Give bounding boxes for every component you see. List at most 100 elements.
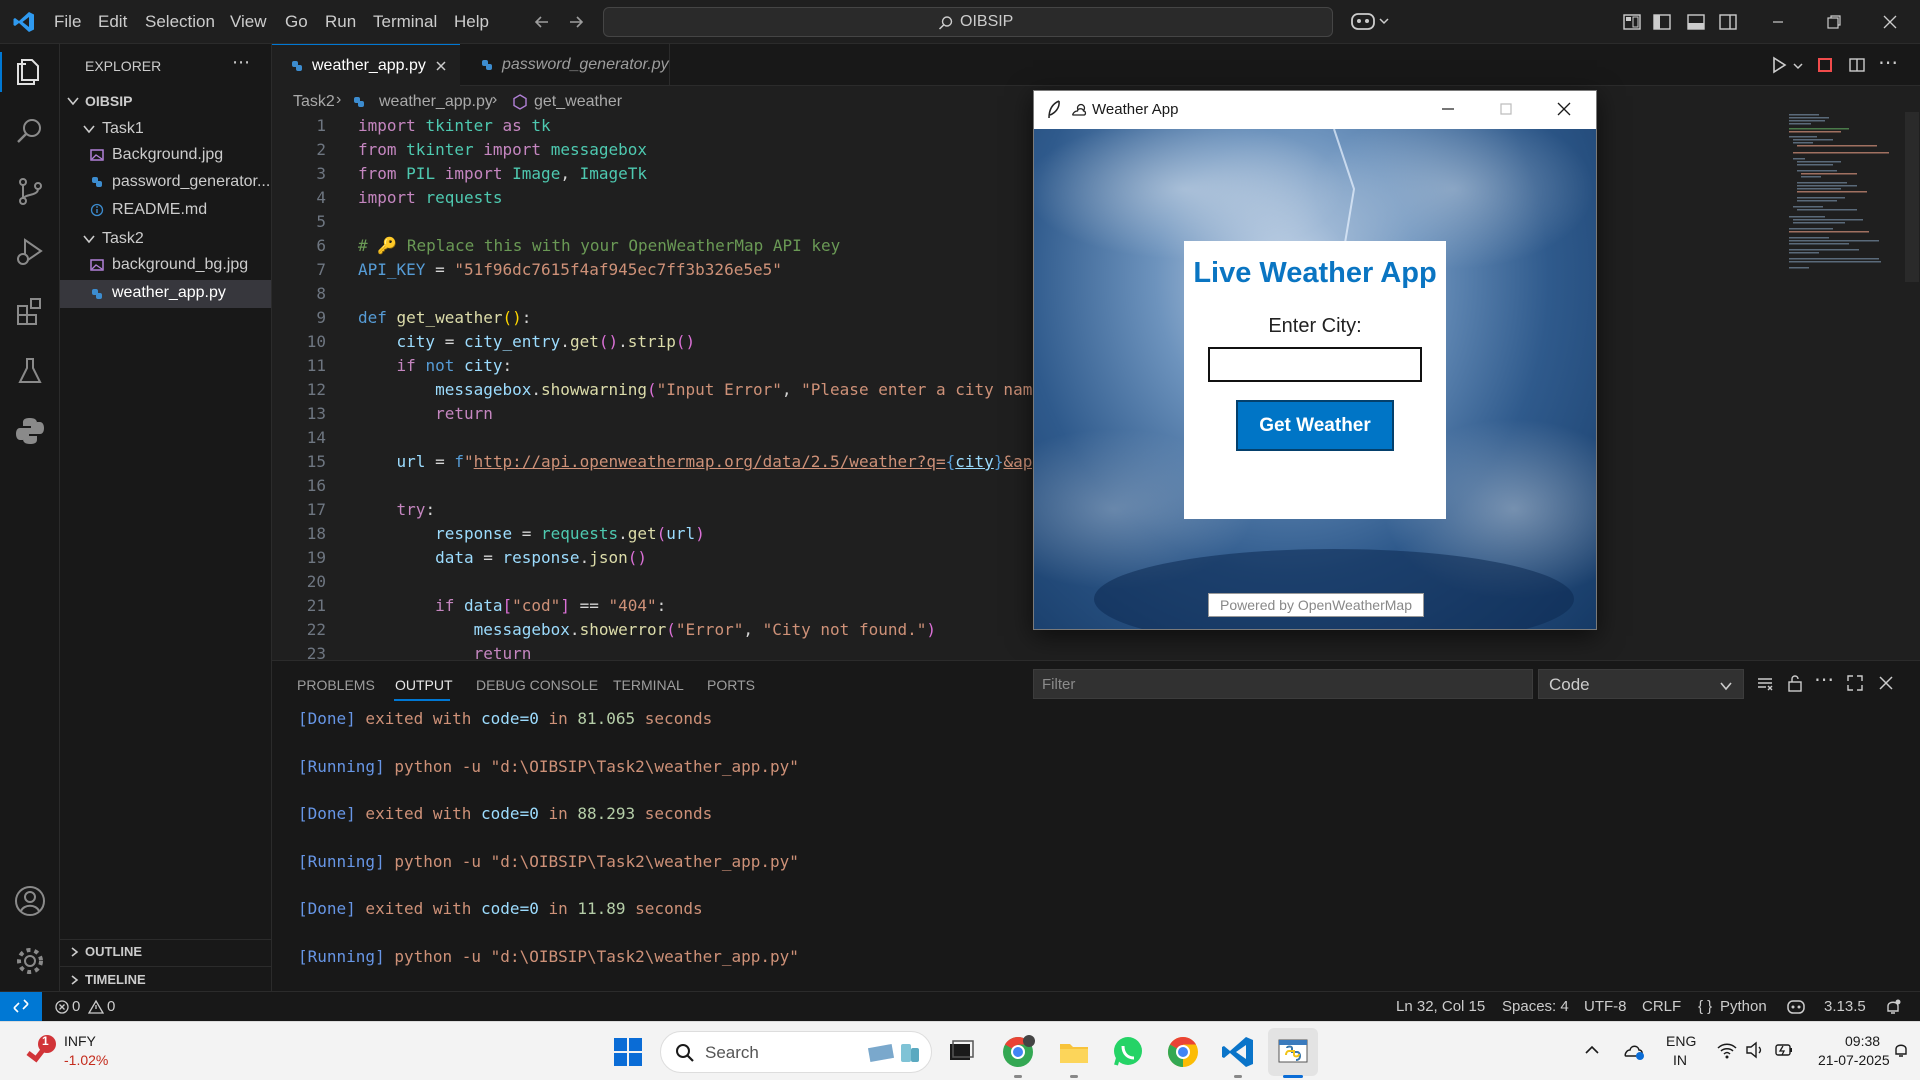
chrome-profile-icon[interactable]: [998, 1032, 1038, 1072]
breadcrumb-folder[interactable]: Task2: [293, 93, 335, 111]
city-input[interactable]: [1208, 347, 1422, 382]
chevron-down-icon[interactable]: [1792, 60, 1804, 72]
toggle-sidebar-icon[interactable]: [1652, 12, 1672, 32]
file-background-bg[interactable]: background_bg.jpg: [112, 256, 248, 274]
encoding[interactable]: UTF-8: [1584, 998, 1627, 1015]
clear-output-icon[interactable]: [1756, 675, 1774, 693]
tab-weather-app[interactable]: weather_app.py: [272, 44, 460, 86]
onedrive-icon[interactable]: [1622, 1040, 1646, 1062]
maximize-panel-icon[interactable]: [1846, 674, 1864, 692]
close-panel-icon[interactable]: [1877, 674, 1895, 692]
more-actions-icon[interactable]: ⋯: [232, 52, 250, 73]
warning-count[interactable]: 0: [107, 998, 115, 1015]
extensions-icon[interactable]: [13, 294, 47, 328]
notifications-bell-icon[interactable]: [1884, 998, 1902, 1016]
panel-scrollbar[interactable]: [1906, 709, 1920, 987]
volume-icon[interactable]: [1744, 1040, 1764, 1060]
tab-password-generator[interactable]: password_generator.py: [462, 44, 670, 86]
minimize-icon[interactable]: [1768, 12, 1788, 32]
file-password-generator[interactable]: password_generator...: [112, 173, 270, 191]
stock-symbol[interactable]: INFY: [64, 1033, 96, 1049]
get-weather-button[interactable]: Get Weather: [1236, 400, 1394, 451]
stop-icon[interactable]: [1816, 56, 1834, 74]
notification-bell-icon[interactable]: [1891, 1040, 1911, 1060]
editor-scrollbar[interactable]: [1905, 112, 1919, 282]
explorer-icon[interactable]: [13, 54, 47, 88]
language-indicator[interactable]: ENG: [1666, 1033, 1696, 1049]
more-actions-icon[interactable]: ⋯: [1878, 50, 1898, 75]
restore-icon[interactable]: [1824, 12, 1844, 32]
source-control-icon[interactable]: [13, 174, 47, 208]
file-readme[interactable]: README.md: [112, 201, 207, 219]
output-filter-input[interactable]: Filter: [1033, 669, 1533, 699]
folder-task1[interactable]: Task1: [102, 120, 144, 138]
line-ending[interactable]: CRLF: [1642, 998, 1681, 1015]
close-icon[interactable]: [1556, 101, 1572, 117]
python-tk-icon[interactable]: [1273, 1032, 1313, 1072]
python-icon[interactable]: [13, 414, 47, 448]
command-center[interactable]: OIBSIP: [603, 7, 1333, 37]
file-weather-app[interactable]: weather_app.py: [112, 284, 226, 302]
run-debug-icon[interactable]: [13, 234, 47, 268]
copilot-status-icon[interactable]: [1786, 998, 1806, 1016]
timeline-section[interactable]: TIMELINE: [85, 972, 146, 987]
testing-icon[interactable]: [13, 354, 47, 388]
python-version[interactable]: 3.13.5: [1824, 998, 1866, 1015]
windows-start-icon[interactable]: [608, 1032, 648, 1072]
split-editor-icon[interactable]: [1848, 56, 1866, 74]
stock-widget-icon[interactable]: [24, 1035, 56, 1067]
file-explorer-icon[interactable]: [1054, 1032, 1094, 1072]
toggle-panel-icon[interactable]: [1686, 12, 1706, 32]
back-arrow-icon[interactable]: [532, 12, 552, 32]
clock-date[interactable]: 21-07-2025: [1818, 1052, 1890, 1068]
tab-problems[interactable]: PROBLEMS: [297, 677, 375, 693]
cursor-position[interactable]: Ln 32, Col 15: [1396, 998, 1485, 1015]
workspace-root[interactable]: OIBSIP: [85, 93, 132, 109]
output-channel-select[interactable]: Code: [1538, 669, 1744, 699]
clock-time[interactable]: 09:38: [1845, 1033, 1880, 1049]
menu-file[interactable]: File: [54, 12, 81, 32]
remote-indicator[interactable]: [0, 992, 42, 1021]
whatsapp-icon[interactable]: [1108, 1032, 1148, 1072]
menu-help[interactable]: Help: [454, 12, 489, 32]
minimap[interactable]: [1785, 112, 1905, 282]
menu-edit[interactable]: Edit: [98, 12, 127, 32]
tab-terminal[interactable]: TERMINAL: [613, 677, 684, 693]
menu-view[interactable]: View: [230, 12, 267, 32]
menu-terminal[interactable]: Terminal: [373, 12, 437, 32]
battery-icon[interactable]: [1774, 1040, 1794, 1060]
close-tab-icon[interactable]: [434, 59, 448, 73]
customize-layout-icon[interactable]: [1622, 12, 1642, 32]
folder-task2[interactable]: Task2: [102, 230, 144, 248]
menu-run[interactable]: Run: [325, 12, 356, 32]
outline-section[interactable]: OUTLINE: [85, 944, 142, 959]
forward-arrow-icon[interactable]: [566, 12, 586, 32]
chevron-up-icon[interactable]: [1584, 1042, 1600, 1058]
menu-go[interactable]: Go: [285, 12, 308, 32]
chrome-icon[interactable]: [1163, 1032, 1203, 1072]
tab-debug-console[interactable]: DEBUG CONSOLE: [476, 677, 598, 693]
lock-scroll-icon[interactable]: [1786, 673, 1804, 693]
copilot-icon[interactable]: [1350, 10, 1392, 32]
wifi-icon[interactable]: [1716, 1040, 1738, 1060]
more-actions-icon[interactable]: ⋯: [1814, 667, 1834, 692]
tab-output[interactable]: OUTPUT: [395, 677, 453, 693]
run-file-icon[interactable]: [1770, 56, 1788, 74]
taskbar-search-box[interactable]: Search: [660, 1031, 932, 1073]
error-count[interactable]: 0: [72, 998, 80, 1015]
tab-ports[interactable]: PORTS: [707, 677, 755, 693]
search-icon[interactable]: [13, 114, 47, 148]
file-background-jpg[interactable]: Background.jpg: [112, 146, 223, 164]
menu-selection[interactable]: Selection: [145, 12, 215, 32]
close-icon[interactable]: [1880, 12, 1900, 32]
language-mode[interactable]: Python: [1720, 998, 1767, 1015]
task-view-icon[interactable]: [940, 1032, 980, 1072]
account-icon[interactable]: [13, 884, 47, 918]
minimize-icon[interactable]: [1440, 101, 1456, 117]
vscode-taskbar-icon[interactable]: [1218, 1032, 1258, 1072]
indentation[interactable]: Spaces: 4: [1502, 998, 1569, 1015]
breadcrumb-symbol[interactable]: get_weather: [534, 93, 622, 111]
toggle-secondary-sidebar-icon[interactable]: [1718, 12, 1738, 32]
settings-gear-icon[interactable]: [13, 944, 47, 978]
code-editor[interactable]: 1 2 3 4 5 6 7 8 9 10 11 12 13 14 15 16 1…: [272, 112, 1032, 660]
